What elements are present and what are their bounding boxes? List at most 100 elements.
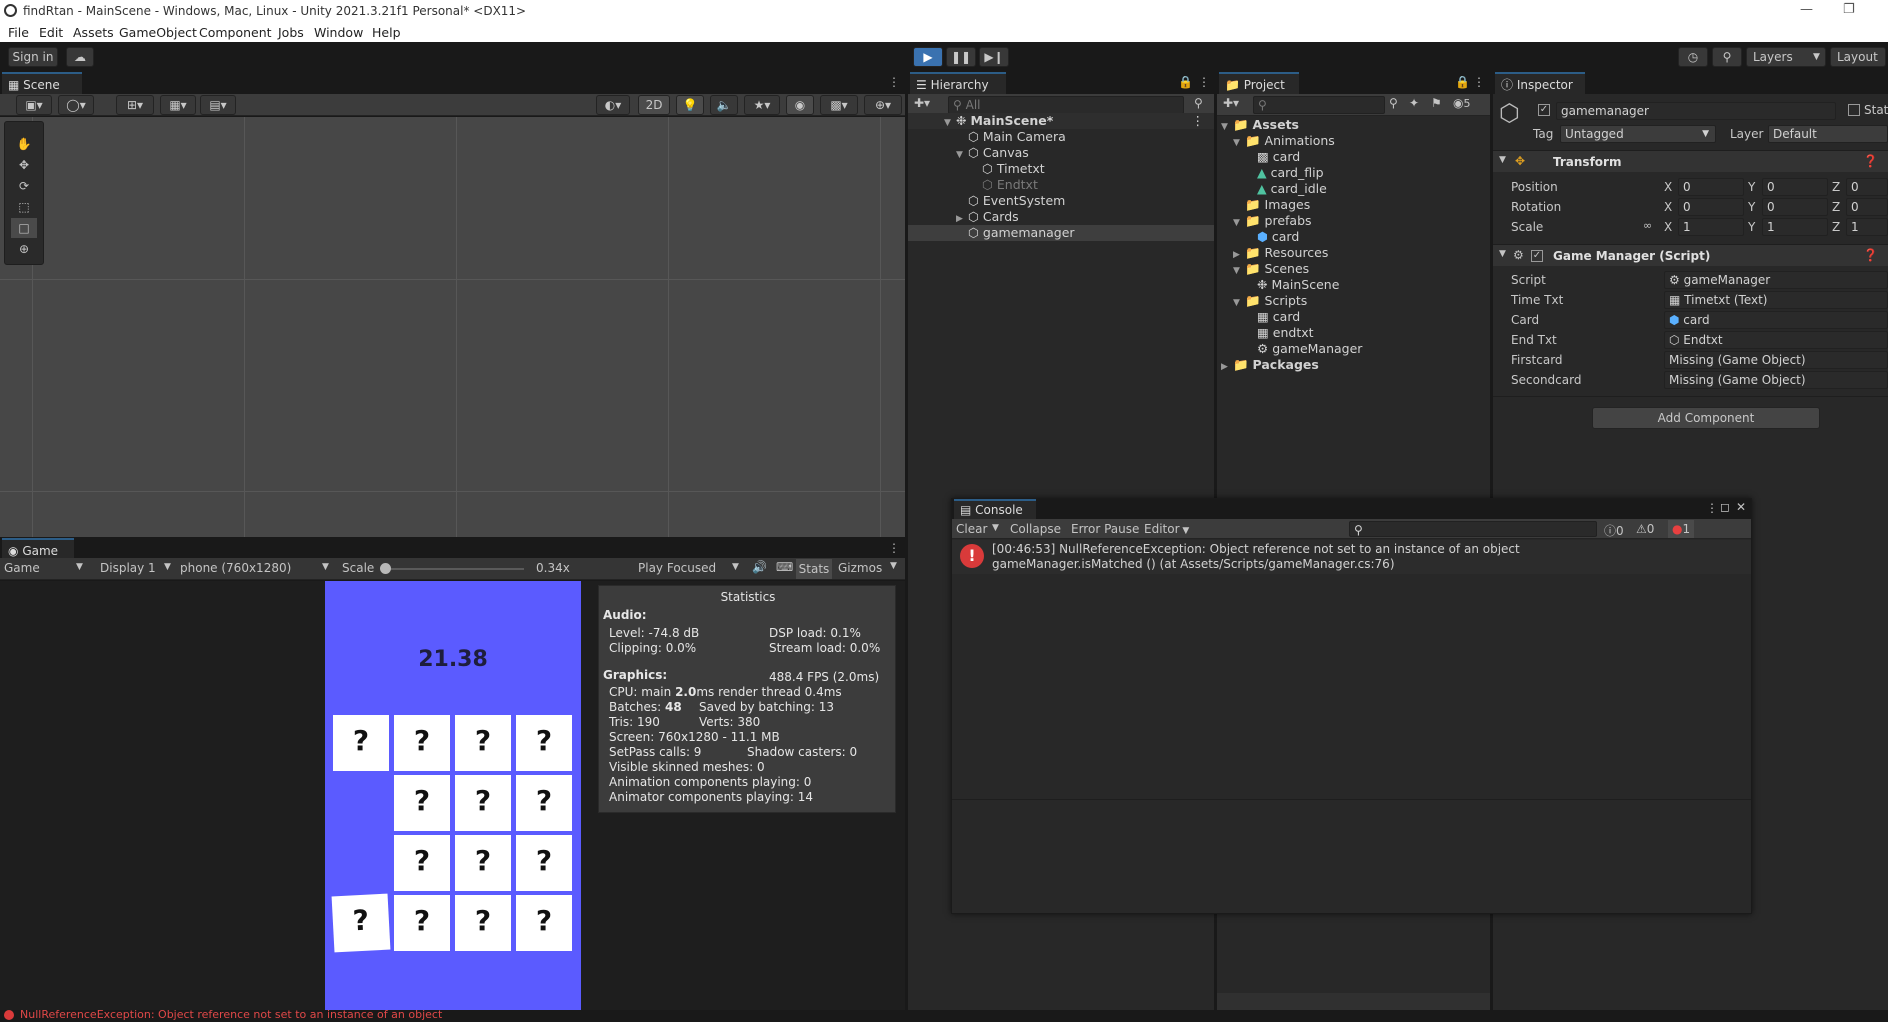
search-scene-icon[interactable]: ⚲ xyxy=(1194,96,1203,110)
menu-assets[interactable]: Assets xyxy=(73,25,114,40)
minimize-icon[interactable]: — xyxy=(1800,2,1813,17)
tab-console[interactable]: ▤ Console xyxy=(954,499,1036,519)
play-mode-dropdown[interactable]: Play Focused ▼ xyxy=(638,561,742,575)
hierarchy-item-cards[interactable]: ▶ ⬡ Cards xyxy=(908,209,1214,225)
tab-scene[interactable]: ▦ Scene xyxy=(2,72,82,94)
lighting-icon[interactable]: 💡 xyxy=(676,95,704,115)
close-icon[interactable]: ✕ xyxy=(1736,500,1746,514)
cloud-icon[interactable]: ☁ xyxy=(66,47,94,67)
scale-slider-track[interactable] xyxy=(384,568,524,570)
effects-icon[interactable]: ★▾ xyxy=(744,95,780,115)
rotate-tool-icon[interactable]: ⟳ xyxy=(11,176,37,196)
scale-slider-handle[interactable] xyxy=(380,563,391,574)
search-icon[interactable]: ⚲ xyxy=(1712,47,1742,67)
project-scrollbar[interactable] xyxy=(1217,993,1490,1010)
display-dropdown[interactable]: Display 1 ▼ xyxy=(100,561,174,575)
hierarchy-item-canvas[interactable]: ▼ ⬡ Canvas xyxy=(908,145,1214,161)
project-item-script-card[interactable]: ▦ card xyxy=(1217,309,1490,325)
grid-snap-icon[interactable]: ▦▾ xyxy=(160,95,196,115)
memory-card[interactable]: ? xyxy=(516,775,572,831)
camera-icon[interactable]: ▩▾ xyxy=(820,95,858,115)
snap-icon[interactable]: ⊞▾ xyxy=(116,95,154,115)
menu-jobs[interactable]: Jobs xyxy=(278,25,304,40)
panel-menu-icon[interactable]: ⋮ xyxy=(1706,501,1718,515)
project-item-assets[interactable]: ▼ 📁 Assets xyxy=(1217,117,1490,133)
rot-z-field[interactable]: 0 xyxy=(1846,198,1888,216)
pause-button[interactable]: ❚❚ xyxy=(946,47,976,67)
tab-hierarchy[interactable]: ☰ Hierarchy xyxy=(910,72,1006,94)
scale-tool-icon[interactable]: ⬚ xyxy=(11,197,37,217)
gizmos-button[interactable]: Gizmos xyxy=(838,561,882,575)
error-count-toggle[interactable]: ●1 xyxy=(1668,520,1695,538)
pos-z-field[interactable]: 0 xyxy=(1846,178,1888,196)
scene-viewport[interactable] xyxy=(0,117,905,537)
hierarchy-item-gamemanager[interactable]: ⬡ gamemanager xyxy=(908,225,1214,241)
clear-button[interactable]: Clear xyxy=(956,522,987,536)
panel-menu-icon[interactable]: ⋮ xyxy=(1473,75,1485,89)
shading-icon[interactable]: ◐▾ xyxy=(596,95,630,115)
transform-tool-icon[interactable]: ⊕ xyxy=(11,239,37,259)
panel-menu-icon[interactable]: ⋮ xyxy=(1198,75,1210,89)
add-icon[interactable]: ✚▾ xyxy=(914,96,930,110)
rect-tool-icon[interactable]: □ xyxy=(11,218,37,238)
object-name-input[interactable]: gamemanager xyxy=(1556,102,1836,120)
layers-dropdown[interactable]: Layers ▼ xyxy=(1746,47,1826,67)
project-item-script-endtxt[interactable]: ▦ endtxt xyxy=(1217,325,1490,341)
maximize-icon[interactable]: ◻ xyxy=(1720,500,1730,514)
memory-card[interactable]: ? xyxy=(516,715,572,771)
panel-menu-icon[interactable]: ⋮ xyxy=(888,541,900,555)
status-bar[interactable]: NullReferenceException: Object reference… xyxy=(0,1010,1888,1022)
gamemanager-header[interactable]: ▼ ⚙ ✓ Game Manager (Script) ❓ xyxy=(1493,244,1888,266)
sign-in-button[interactable]: Sign in xyxy=(8,47,58,67)
tab-inspector[interactable]: ⓘ Inspector xyxy=(1495,72,1585,94)
pos-y-field[interactable]: 0 xyxy=(1762,178,1828,196)
tab-game[interactable]: ◉ Game xyxy=(2,538,74,560)
step-button[interactable]: ▶❙ xyxy=(979,47,1009,67)
search-type-icon[interactable]: ⚲ xyxy=(1389,96,1398,110)
error-pause-button[interactable]: Error Pause xyxy=(1071,522,1139,536)
tab-project[interactable]: 📁 Project xyxy=(1219,72,1299,94)
project-item-anim-card[interactable]: ▩ card xyxy=(1217,149,1490,165)
globe-icon[interactable]: ◯▾ xyxy=(58,95,94,115)
hand-tool-icon[interactable]: ✋ xyxy=(11,134,37,154)
project-item-card-flip[interactable]: ▲ card_flip xyxy=(1217,165,1490,181)
filter-type-icon[interactable]: ✦ xyxy=(1409,96,1419,110)
hierarchy-item-main-camera[interactable]: ⬡ Main Camera xyxy=(908,129,1214,145)
lock-icon[interactable]: 🔒 xyxy=(1455,75,1470,89)
menu-gameobject[interactable]: GameObject xyxy=(119,25,197,40)
warning-count-toggle[interactable]: ⚠0 xyxy=(1636,522,1654,536)
layer-dropdown[interactable]: Default xyxy=(1768,125,1888,143)
secondcard-field[interactable]: Missing (Game Object) xyxy=(1664,371,1888,389)
mode-2d-button[interactable]: 2D xyxy=(638,95,670,115)
firstcard-field[interactable]: Missing (Game Object) xyxy=(1664,351,1888,369)
play-button[interactable]: ▶ xyxy=(913,47,943,67)
collapse-button[interactable]: Collapse xyxy=(1010,522,1061,536)
scl-z-field[interactable]: 1 xyxy=(1846,218,1888,236)
active-checkbox[interactable]: ✓ xyxy=(1538,104,1550,116)
memory-card[interactable]: ? xyxy=(394,895,450,951)
endtxt-field[interactable]: ⬡ Endtxt xyxy=(1664,331,1888,349)
info-count-toggle[interactable]: ⓘ0 xyxy=(1604,522,1624,539)
lock-icon[interactable]: 🔒 xyxy=(1178,75,1193,89)
project-item-resources[interactable]: ▶ 📁 Resources xyxy=(1217,245,1490,261)
memory-card[interactable]: ? xyxy=(455,775,511,831)
hierarchy-item-endtxt[interactable]: ⬡ Endtxt xyxy=(908,177,1214,193)
tag-dropdown[interactable]: Untagged ▼ xyxy=(1560,125,1716,143)
menu-file[interactable]: File xyxy=(8,25,29,40)
memory-card[interactable]: ? xyxy=(333,715,389,771)
hierarchy-search-input[interactable]: ⚲ All xyxy=(948,96,1184,114)
label-icon[interactable]: ⚑ xyxy=(1431,96,1442,110)
view-select-dropdown[interactable]: Game ▼ xyxy=(4,561,88,575)
link-icon[interactable]: ∞ xyxy=(1643,219,1652,232)
project-item-prefabs[interactable]: ▼ 📁 prefabs xyxy=(1217,213,1490,229)
scl-y-field[interactable]: 1 xyxy=(1762,218,1828,236)
project-item-scripts[interactable]: ▼ 📁 Scripts xyxy=(1217,293,1490,309)
project-item-animations[interactable]: ▼ 📁 Animations xyxy=(1217,133,1490,149)
restore-icon[interactable]: ❐ xyxy=(1843,2,1855,17)
memory-card[interactable]: ? xyxy=(516,835,572,891)
panel-menu-icon[interactable]: ⋮ xyxy=(888,75,900,89)
move-tool-icon[interactable]: ✥ xyxy=(11,155,37,175)
project-item-packages[interactable]: ▶ 📁 Packages xyxy=(1217,357,1490,373)
memory-card[interactable]: ? xyxy=(455,895,511,951)
resolution-dropdown[interactable]: phone (760x1280) ▼ xyxy=(180,561,332,575)
